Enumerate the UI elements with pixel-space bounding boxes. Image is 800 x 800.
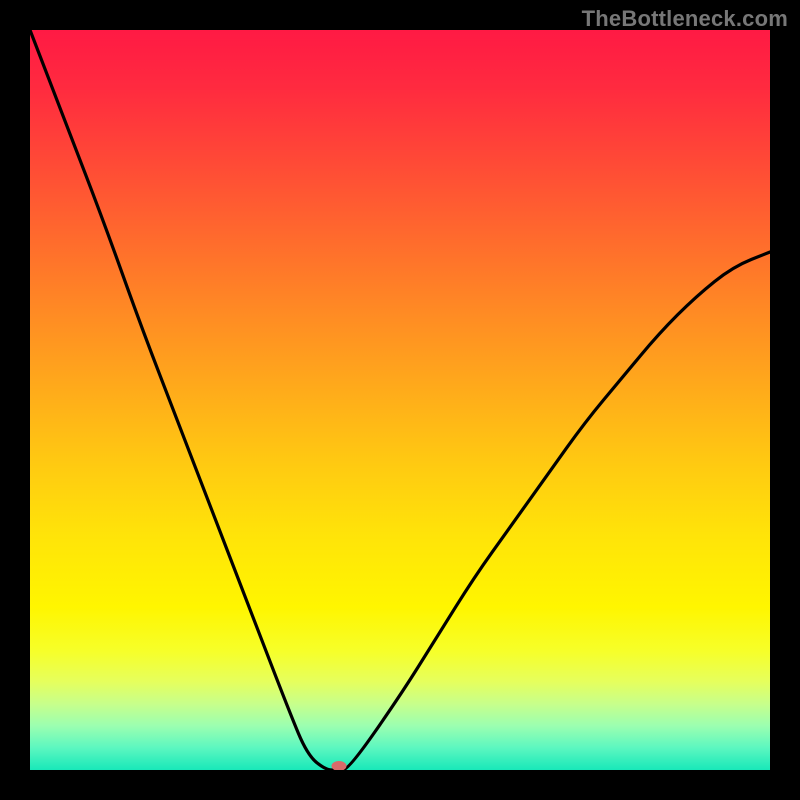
chart-frame: TheBottleneck.com bbox=[0, 0, 800, 800]
plot-area bbox=[30, 30, 770, 770]
bottleneck-curve bbox=[30, 30, 770, 770]
watermark-label: TheBottleneck.com bbox=[582, 6, 788, 32]
valley-marker-icon bbox=[332, 761, 347, 770]
